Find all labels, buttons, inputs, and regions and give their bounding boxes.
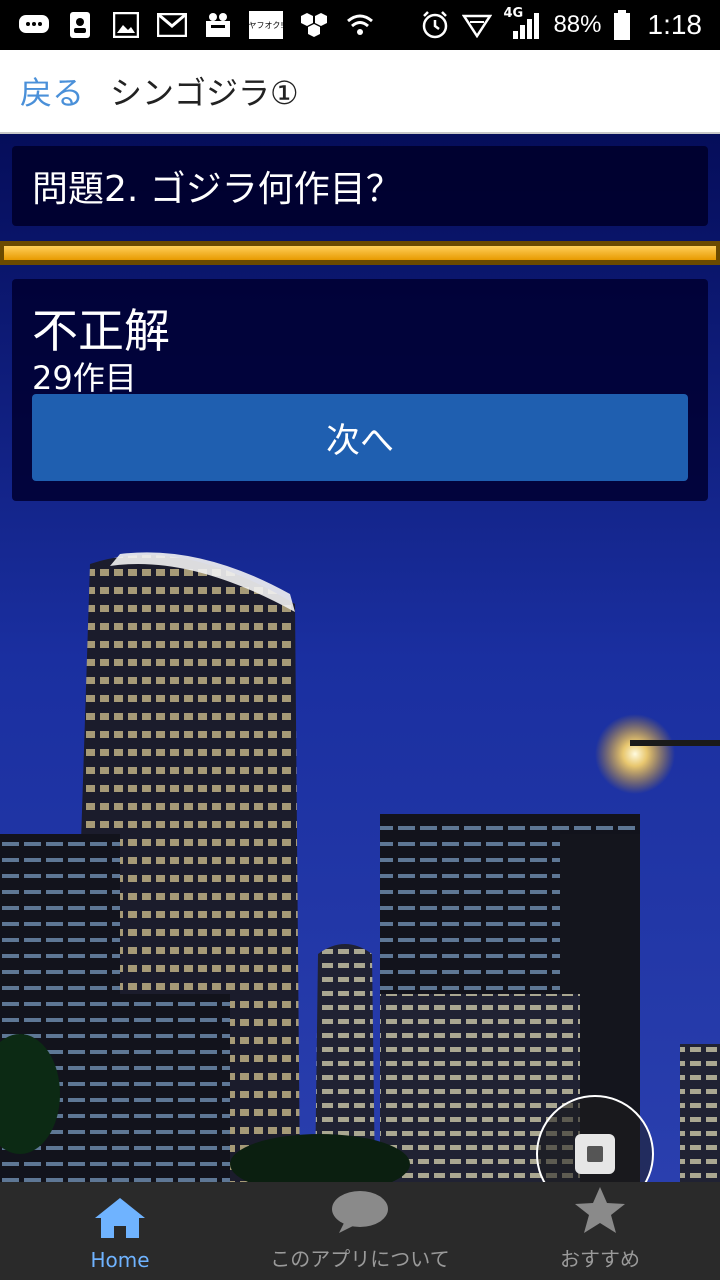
question-card: 問題2. ゴジラ何作目？: [12, 146, 708, 226]
yahoo-auction-icon: ヤフオク!: [248, 10, 284, 40]
data-saver-icon: [461, 10, 493, 40]
progress-fill: [4, 246, 716, 260]
battery-icon: [612, 10, 632, 40]
back-button[interactable]: 戻る: [20, 68, 84, 114]
cellular-signal-icon: 4G: [503, 6, 543, 40]
package-icon: [202, 10, 234, 40]
wifi-icon: [344, 10, 376, 40]
hexagon-app-icon: [298, 10, 330, 40]
result-title: 不正解: [32, 304, 170, 358]
question-text: 問題2. ゴジラ何作目？: [32, 169, 402, 210]
progress-bar: [0, 241, 720, 265]
yahoo-auction-label: ヤフオク!: [249, 21, 283, 30]
next-button[interactable]: 次へ: [32, 394, 688, 481]
nav-recommend[interactable]: おすすめ: [480, 1182, 720, 1280]
gallery-icon: [110, 10, 142, 40]
status-bar: ヤフオク! 4G 88% 1:18: [0, 0, 720, 50]
network-type: 4G: [503, 6, 524, 21]
home-icon: [93, 1196, 147, 1244]
nav-home[interactable]: Home: [0, 1182, 240, 1280]
nav-recommend-label: おすすめ: [560, 1247, 640, 1271]
correct-answer: 29作目: [32, 359, 137, 397]
nav-home-label: Home: [90, 1248, 150, 1272]
clock: 1:18: [647, 9, 703, 40]
page-title: シンゴジラ①: [110, 74, 299, 112]
app-header: 戻る シンゴジラ①: [0, 50, 720, 134]
result-card: 不正解 29作目 次へ: [12, 279, 708, 501]
messages-icon: [18, 10, 50, 40]
battery-percent: 88%: [553, 11, 602, 38]
star-icon: [573, 1185, 627, 1239]
nav-about-label: このアプリについて: [270, 1247, 450, 1271]
contacts-icon: [64, 10, 96, 40]
nav-about[interactable]: このアプリについて: [240, 1182, 480, 1280]
alarm-icon: [419, 10, 451, 40]
chat-bubble-icon: [331, 1189, 389, 1239]
stop-icon: [575, 1134, 615, 1174]
gmail-icon: [156, 10, 188, 40]
bottom-navigation: Home このアプリについて おすすめ: [0, 1182, 720, 1280]
